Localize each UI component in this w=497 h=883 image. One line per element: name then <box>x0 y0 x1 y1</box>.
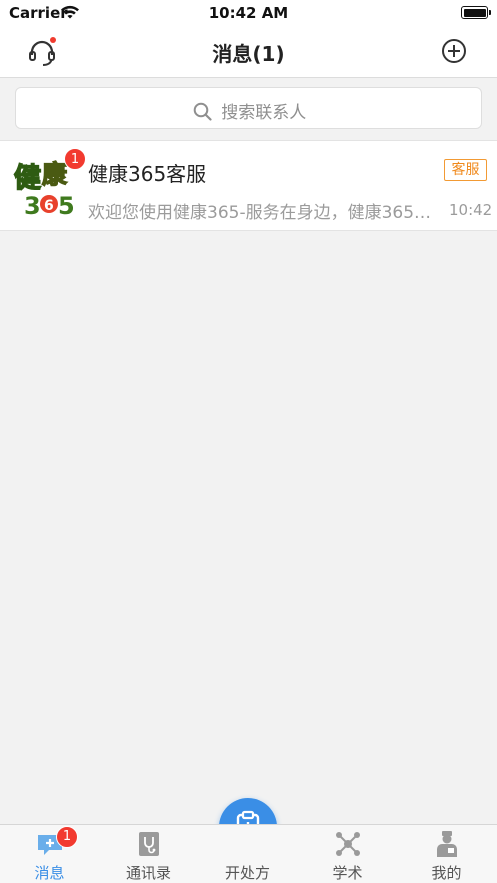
search-icon <box>193 102 221 123</box>
tab-profile[interactable]: 我的 <box>397 825 496 883</box>
status-bar: Carrier 10:42 AM <box>0 0 497 26</box>
svg-text:康: 康 <box>42 160 68 189</box>
tab-contacts[interactable]: 通讯录 <box>99 825 198 883</box>
conversation-preview: 欢迎您使用健康365-服务在身边，健康365，让您的健康管理更简单 <box>88 203 433 223</box>
tab-label-prescription: 开处方 <box>224 864 270 882</box>
search-area: 搜索联系人 <box>0 78 497 139</box>
page-title: 消息(1) <box>212 42 285 66</box>
svg-text:3: 3 <box>24 192 41 219</box>
tab-label-academic: 学术 <box>332 864 363 882</box>
academic-network-icon <box>335 831 361 857</box>
doctor-profile-icon <box>434 831 460 857</box>
conversation-name: 健康365客服 <box>88 162 207 186</box>
tab-label-profile: 我的 <box>431 864 462 882</box>
tab-label-messages: 消息 <box>34 864 65 882</box>
status-time: 10:42 AM <box>208 4 289 22</box>
service-tag: 客服 <box>444 159 487 181</box>
contacts-icon <box>136 831 162 857</box>
svg-text:健: 健 <box>14 163 41 194</box>
conversation-item[interactable]: 健 康 3 6 5 1 健康365客服 客服 欢迎您使用健康365-服务在身边，… <box>0 140 497 231</box>
svg-text:6: 6 <box>44 198 54 214</box>
unread-badge: 1 <box>64 148 86 170</box>
nav-bar: 消息(1) <box>0 26 497 78</box>
tab-academic[interactable]: 学术 <box>298 825 397 883</box>
tab-messages[interactable]: 1 消息 <box>0 825 99 883</box>
tab-bar: 1 消息 通讯录 开处方 学术 我的 <box>0 824 497 883</box>
search-placeholder: 搜索联系人 <box>221 103 307 123</box>
tab-prescription[interactable]: 开处方 <box>198 825 297 883</box>
battery-icon <box>461 6 491 19</box>
tab-unread-badge: 1 <box>56 826 78 848</box>
search-input[interactable]: 搜索联系人 <box>15 87 482 129</box>
svg-text:5: 5 <box>58 192 75 219</box>
plus-circle-icon[interactable] <box>441 38 467 64</box>
conversation-time: 10:42 <box>449 201 493 219</box>
tab-label-contacts: 通讯录 <box>125 864 171 882</box>
